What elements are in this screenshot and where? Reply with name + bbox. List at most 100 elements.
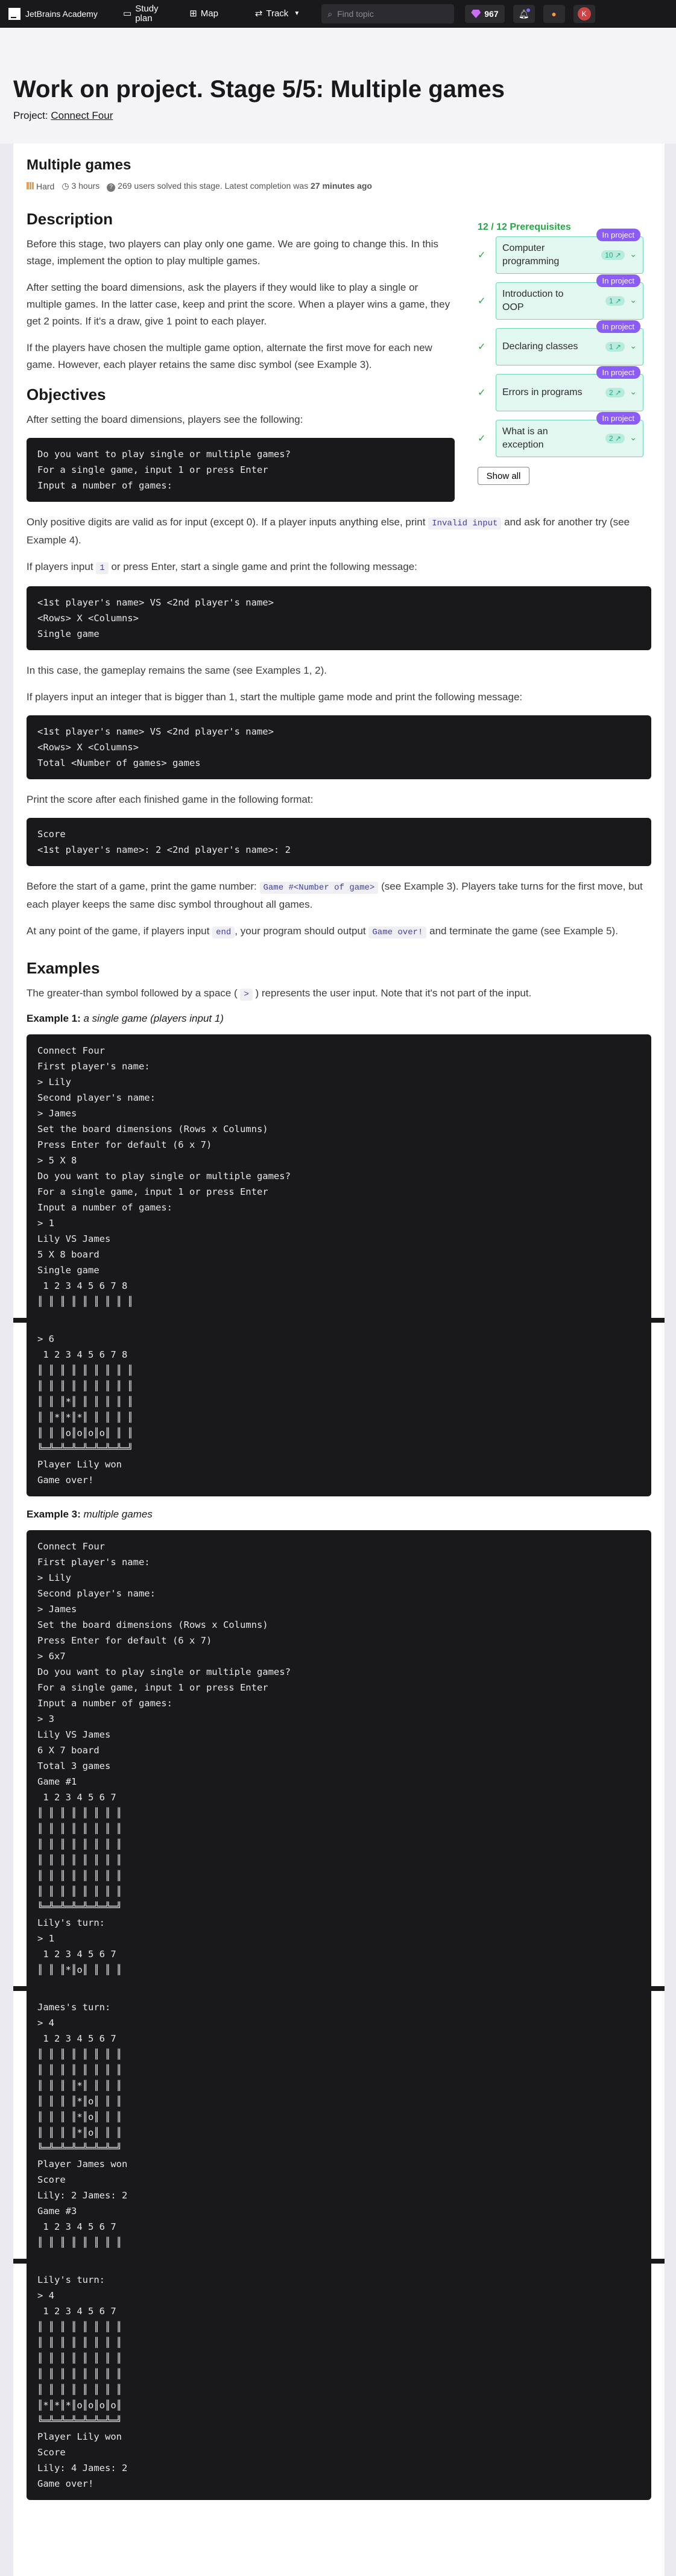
track-icon: ⇄ — [254, 8, 263, 19]
show-all-button[interactable]: Show all — [478, 467, 529, 485]
logo-text: JetBrains Academy — [25, 9, 98, 19]
description-section: Description Before this stage, two playe… — [27, 210, 455, 502]
divider — [13, 1317, 665, 1323]
help-icon[interactable]: ? — [107, 183, 116, 192]
topics-count: 1 ↗ — [605, 296, 625, 306]
in-project-tag: In project — [596, 366, 640, 379]
prereq-name: Introduction to OOP — [502, 289, 564, 312]
check-icon: ✓ — [478, 296, 486, 306]
chevron-down-icon: ▼ — [294, 10, 300, 17]
stage-meta: Hard ◷ 3 hours ? 269 users solved this st… — [27, 181, 651, 192]
notifications-button[interactable]: 🔔︎ — [513, 5, 535, 23]
search-input[interactable] — [337, 9, 440, 19]
difficulty: Hard — [27, 182, 54, 191]
description-paragraph: Before this stage, two players can play … — [27, 238, 438, 267]
prereq-item[interactable]: ✓ In project Computer programming 10 ↗ ⌄ — [478, 229, 652, 274]
book-icon: ▭ — [123, 8, 132, 19]
project-line: Project: Connect Four — [13, 110, 663, 122]
project-link[interactable]: Connect Four — [51, 110, 113, 121]
jetbrains-logo-icon — [8, 8, 21, 20]
project-prefix: Project: — [13, 110, 48, 121]
fire-icon: ● — [551, 9, 557, 19]
code-block: James's turn: > 4 1 2 3 4 5 6 7 ║ ║ ║ ║ … — [27, 1990, 651, 2259]
topics-count: 1 ↗ — [605, 342, 625, 352]
topics-count: 2 ↗ — [605, 434, 625, 443]
nav-map[interactable]: ⊞ Map — [189, 9, 237, 19]
chevron-down-icon[interactable]: ⌄ — [630, 432, 637, 443]
time-estimate: ◷ 3 hours — [62, 181, 100, 191]
code-block: Connect Four First player's name: > Lily… — [27, 1530, 651, 1986]
objectives-paragraph: If players input 1 or press Enter, start… — [27, 560, 417, 574]
top-navigation-bar: JetBrains Academy ▭ Study plan ⊞ Map ⇄ T… — [0, 0, 676, 28]
code-block: > 6 1 2 3 4 5 6 7 8 ║ ║ ║ ║ ║ ║ ║ ║ ║ ║ … — [27, 1322, 651, 1496]
objectives-paragraph: Print the score after each finished game… — [27, 793, 314, 805]
examples-heading: Examples — [27, 958, 100, 977]
description-paragraph: If the players have chosen the multiple … — [27, 341, 432, 370]
nav-track[interactable]: ⇄ Track ▼ — [255, 9, 300, 19]
code-block: Score <1st player's name>: 2 <2nd player… — [27, 817, 651, 866]
divider — [13, 1986, 665, 1991]
nav-label: Map — [200, 8, 218, 19]
notification-dot — [526, 8, 530, 12]
prereq-name: Errors in programs — [502, 387, 583, 397]
example-title: Example 3: multiple games — [27, 1508, 153, 1520]
search-box[interactable]: ⌕ — [321, 4, 455, 24]
code-block: Connect Four First player's name: > Lily… — [27, 1034, 651, 1318]
chevron-down-icon[interactable]: ⌄ — [630, 341, 637, 351]
prereq-item[interactable]: ✓ In project Errors in programs 2 ↗ ⌄ — [478, 366, 652, 411]
solved-info: ? 269 users solved this stage. Latest com… — [107, 181, 372, 192]
prerequisites-panel: 12 / 12 Prerequisites ✓ In project Comput… — [478, 222, 652, 485]
page-header: Work on project. Stage 5/5: Multiple gam… — [0, 28, 676, 144]
prereq-item[interactable]: ✓ In project What is an exception 2 ↗ ⌄ — [478, 412, 652, 457]
code-block: <1st player's name> VS <2nd player's nam… — [27, 715, 651, 779]
objectives-paragraph: If players input an integer that is bigg… — [27, 691, 523, 703]
logo[interactable]: JetBrains Academy — [8, 8, 123, 20]
prereq-name: Computer programming — [502, 243, 560, 267]
difficulty-icon — [27, 182, 34, 189]
in-project-tag: In project — [596, 320, 640, 333]
nav-study-plan[interactable]: ▭ Study plan — [123, 4, 171, 24]
in-project-tag: In project — [596, 412, 640, 425]
in-project-tag: In project — [596, 274, 640, 287]
prereq-item[interactable]: ✓ In project Introduction to OOP 1 ↗ ⌄ — [478, 274, 652, 320]
streak-button[interactable]: ● — [543, 5, 565, 23]
prereq-name: What is an exception — [502, 426, 548, 450]
avatar-icon: K — [577, 7, 591, 21]
page-title: Work on project. Stage 5/5: Multiple gam… — [13, 76, 505, 103]
objectives-paragraph: Before the start of a game, print the ga… — [27, 880, 643, 910]
prereq-name: Declaring classes — [502, 341, 578, 352]
objectives-paragraph: In this case, the gameplay remains the s… — [27, 664, 327, 676]
objectives-paragraph: After setting the board dimensions, play… — [27, 413, 303, 425]
check-icon: ✓ — [478, 342, 486, 352]
check-icon: ✓ — [478, 434, 486, 444]
description-heading: Description — [27, 209, 113, 228]
code-block: <1st player's name> VS <2nd player's nam… — [27, 586, 651, 650]
gems-counter[interactable]: 967 — [465, 5, 505, 23]
divider — [13, 2258, 665, 2264]
in-project-tag: In project — [596, 229, 640, 241]
stage-card: Multiple games Hard ◷ 3 hours ? 269 users… — [13, 144, 665, 2576]
grid-icon: ⊞ — [189, 8, 197, 19]
check-icon: ✓ — [478, 388, 486, 398]
gems-value: 967 — [484, 9, 499, 19]
nav-label: Track — [266, 8, 289, 19]
nav-label: Study plan — [135, 4, 159, 24]
gem-icon — [471, 10, 481, 18]
code-block: Do you want to play single or multiple g… — [27, 437, 455, 502]
chevron-down-icon[interactable]: ⌄ — [630, 295, 637, 305]
check-icon: ✓ — [478, 250, 486, 261]
description-paragraph: After setting the board dimensions, ask … — [27, 281, 450, 327]
objectives-paragraph: At any point of the game, if players inp… — [27, 925, 618, 938]
objectives-heading: Objectives — [27, 385, 106, 403]
example-title: Example 1: a single game (players input … — [27, 1012, 224, 1024]
prereq-item[interactable]: ✓ In project Declaring classes 1 ↗ ⌄ — [478, 320, 652, 366]
chevron-down-icon[interactable]: ⌄ — [630, 387, 637, 397]
search-icon: ⌕ — [327, 8, 333, 19]
examples-paragraph: The greater-than symbol followed by a sp… — [27, 987, 532, 1001]
avatar[interactable]: K — [573, 5, 595, 23]
stage-title: Multiple games — [27, 157, 131, 173]
code-block: Lily's turn: > 4 1 2 3 4 5 6 7 ║ ║ ║ ║ ║… — [27, 2263, 651, 2500]
topics-count: 10 ↗ — [601, 250, 625, 260]
topics-count: 2 ↗ — [605, 388, 625, 397]
chevron-down-icon[interactable]: ⌄ — [630, 249, 637, 259]
